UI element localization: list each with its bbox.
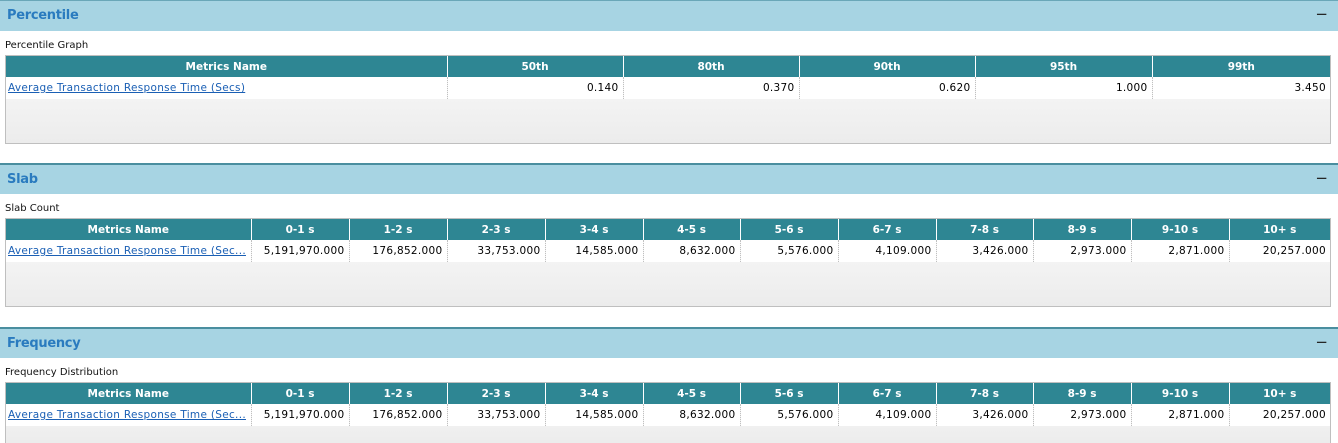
slab-panel: Slab − Slab Count Metrics Name 0-1 s 1-2 s… [0,163,1338,328]
collapse-icon[interactable]: − [1315,5,1328,23]
value-cell: 2,871.000 [1131,240,1230,262]
column-header[interactable]: 9-10 s [1131,383,1230,404]
value-cell: 0.620 [799,77,976,99]
grid-caption: Slab Count [5,203,60,214]
column-header[interactable]: 6-7 s [838,219,937,240]
metric-name-cell: Average Transaction Response Time (Sec..… [6,240,252,262]
column-header-metrics-name[interactable]: Metrics Name [6,56,448,77]
panel-title: Percentile [7,8,79,23]
value-cell: 1.000 [975,77,1153,99]
value-cell: 14,585.000 [545,240,644,262]
column-header-metrics-name[interactable]: Metrics Name [6,383,252,404]
percentile-grid: Metrics Name 50th 80th 90th 95th 99th Average… [5,55,1331,144]
column-header[interactable]: 10+ s [1229,219,1330,240]
value-cell: 5,576.000 [740,404,839,426]
collapse-icon[interactable]: − [1315,169,1328,187]
value-cell: 3,426.000 [936,240,1034,262]
column-header[interactable]: 1-2 s [349,383,448,404]
table-row: Average Transaction Response Time (Secs)… [6,77,1330,99]
value-cell: 14,585.000 [545,404,644,426]
frequency-grid: Metrics Name 0-1 s 1-2 s 2-3 s 3-4 s 4-5 s 5-6… [5,382,1331,443]
metric-name-link[interactable]: Average Transaction Response Time (Secs) [8,82,245,94]
value-cell: 4,109.000 [838,404,937,426]
value-cell: 176,852.000 [349,240,448,262]
value-cell: 2,871.000 [1131,404,1230,426]
frequency-panel-header[interactable]: Frequency − [0,327,1338,358]
column-header[interactable]: 3-4 s [545,383,644,404]
value-cell: 20,257.000 [1229,404,1330,426]
value-cell: 8,632.000 [643,240,741,262]
column-header[interactable]: 2-3 s [447,219,546,240]
value-cell: 5,191,970.000 [251,240,350,262]
column-header[interactable]: 5-6 s [740,383,839,404]
panel-title: Slab [7,172,38,187]
column-header-metrics-name[interactable]: Metrics Name [6,219,252,240]
column-header[interactable]: 7-8 s [936,219,1034,240]
column-header[interactable]: 2-3 s [447,383,546,404]
value-cell: 2,973.000 [1033,240,1132,262]
percentile-panel: Percentile − Percentile Graph Metrics Na… [0,0,1338,164]
column-header[interactable]: 50th [447,56,624,77]
column-header[interactable]: 7-8 s [936,383,1034,404]
column-header[interactable]: 9-10 s [1131,219,1230,240]
column-header[interactable]: 4-5 s [643,219,741,240]
column-header[interactable]: 1-2 s [349,219,448,240]
column-header[interactable]: 5-6 s [740,219,839,240]
table-row: Average Transaction Response Time (Sec..… [6,404,1330,426]
slab-panel-header[interactable]: Slab − [0,163,1338,194]
metric-name-link[interactable]: Average Transaction Response Time (Sec..… [8,245,246,257]
column-header[interactable]: 99th [1152,56,1330,77]
value-cell: 3,426.000 [936,404,1034,426]
collapse-icon[interactable]: − [1315,333,1328,351]
column-header[interactable]: 3-4 s [545,219,644,240]
metric-name-cell: Average Transaction Response Time (Secs) [6,77,448,99]
column-header[interactable]: 0-1 s [251,219,350,240]
value-cell: 20,257.000 [1229,240,1330,262]
column-header[interactable]: 6-7 s [838,383,937,404]
table-row: Average Transaction Response Time (Sec..… [6,240,1330,262]
value-cell: 3.450 [1152,77,1330,99]
panel-title: Frequency [7,336,81,351]
value-cell: 8,632.000 [643,404,741,426]
value-cell: 5,191,970.000 [251,404,350,426]
percentile-panel-header[interactable]: Percentile − [0,0,1338,31]
metric-name-link[interactable]: Average Transaction Response Time (Sec..… [8,409,246,421]
grid-caption: Percentile Graph [5,40,89,51]
frequency-panel: Frequency − Frequency Distribution Metri… [0,327,1338,443]
column-header[interactable]: 8-9 s [1033,219,1132,240]
column-header[interactable]: 0-1 s [251,383,350,404]
slab-grid: Metrics Name 0-1 s 1-2 s 2-3 s 3-4 s 4-5 s 5-6… [5,218,1331,307]
column-header[interactable]: 80th [623,56,800,77]
value-cell: 4,109.000 [838,240,937,262]
value-cell: 33,753.000 [447,240,546,262]
column-header[interactable]: 8-9 s [1033,383,1132,404]
column-header[interactable]: 95th [975,56,1153,77]
metric-name-cell: Average Transaction Response Time (Sec..… [6,404,252,426]
value-cell: 176,852.000 [349,404,448,426]
value-cell: 5,576.000 [740,240,839,262]
value-cell: 0.140 [447,77,624,99]
column-header[interactable]: 4-5 s [643,383,741,404]
column-header[interactable]: 10+ s [1229,383,1330,404]
value-cell: 33,753.000 [447,404,546,426]
value-cell: 2,973.000 [1033,404,1132,426]
grid-caption: Frequency Distribution [5,367,119,378]
column-header[interactable]: 90th [799,56,976,77]
value-cell: 0.370 [623,77,800,99]
